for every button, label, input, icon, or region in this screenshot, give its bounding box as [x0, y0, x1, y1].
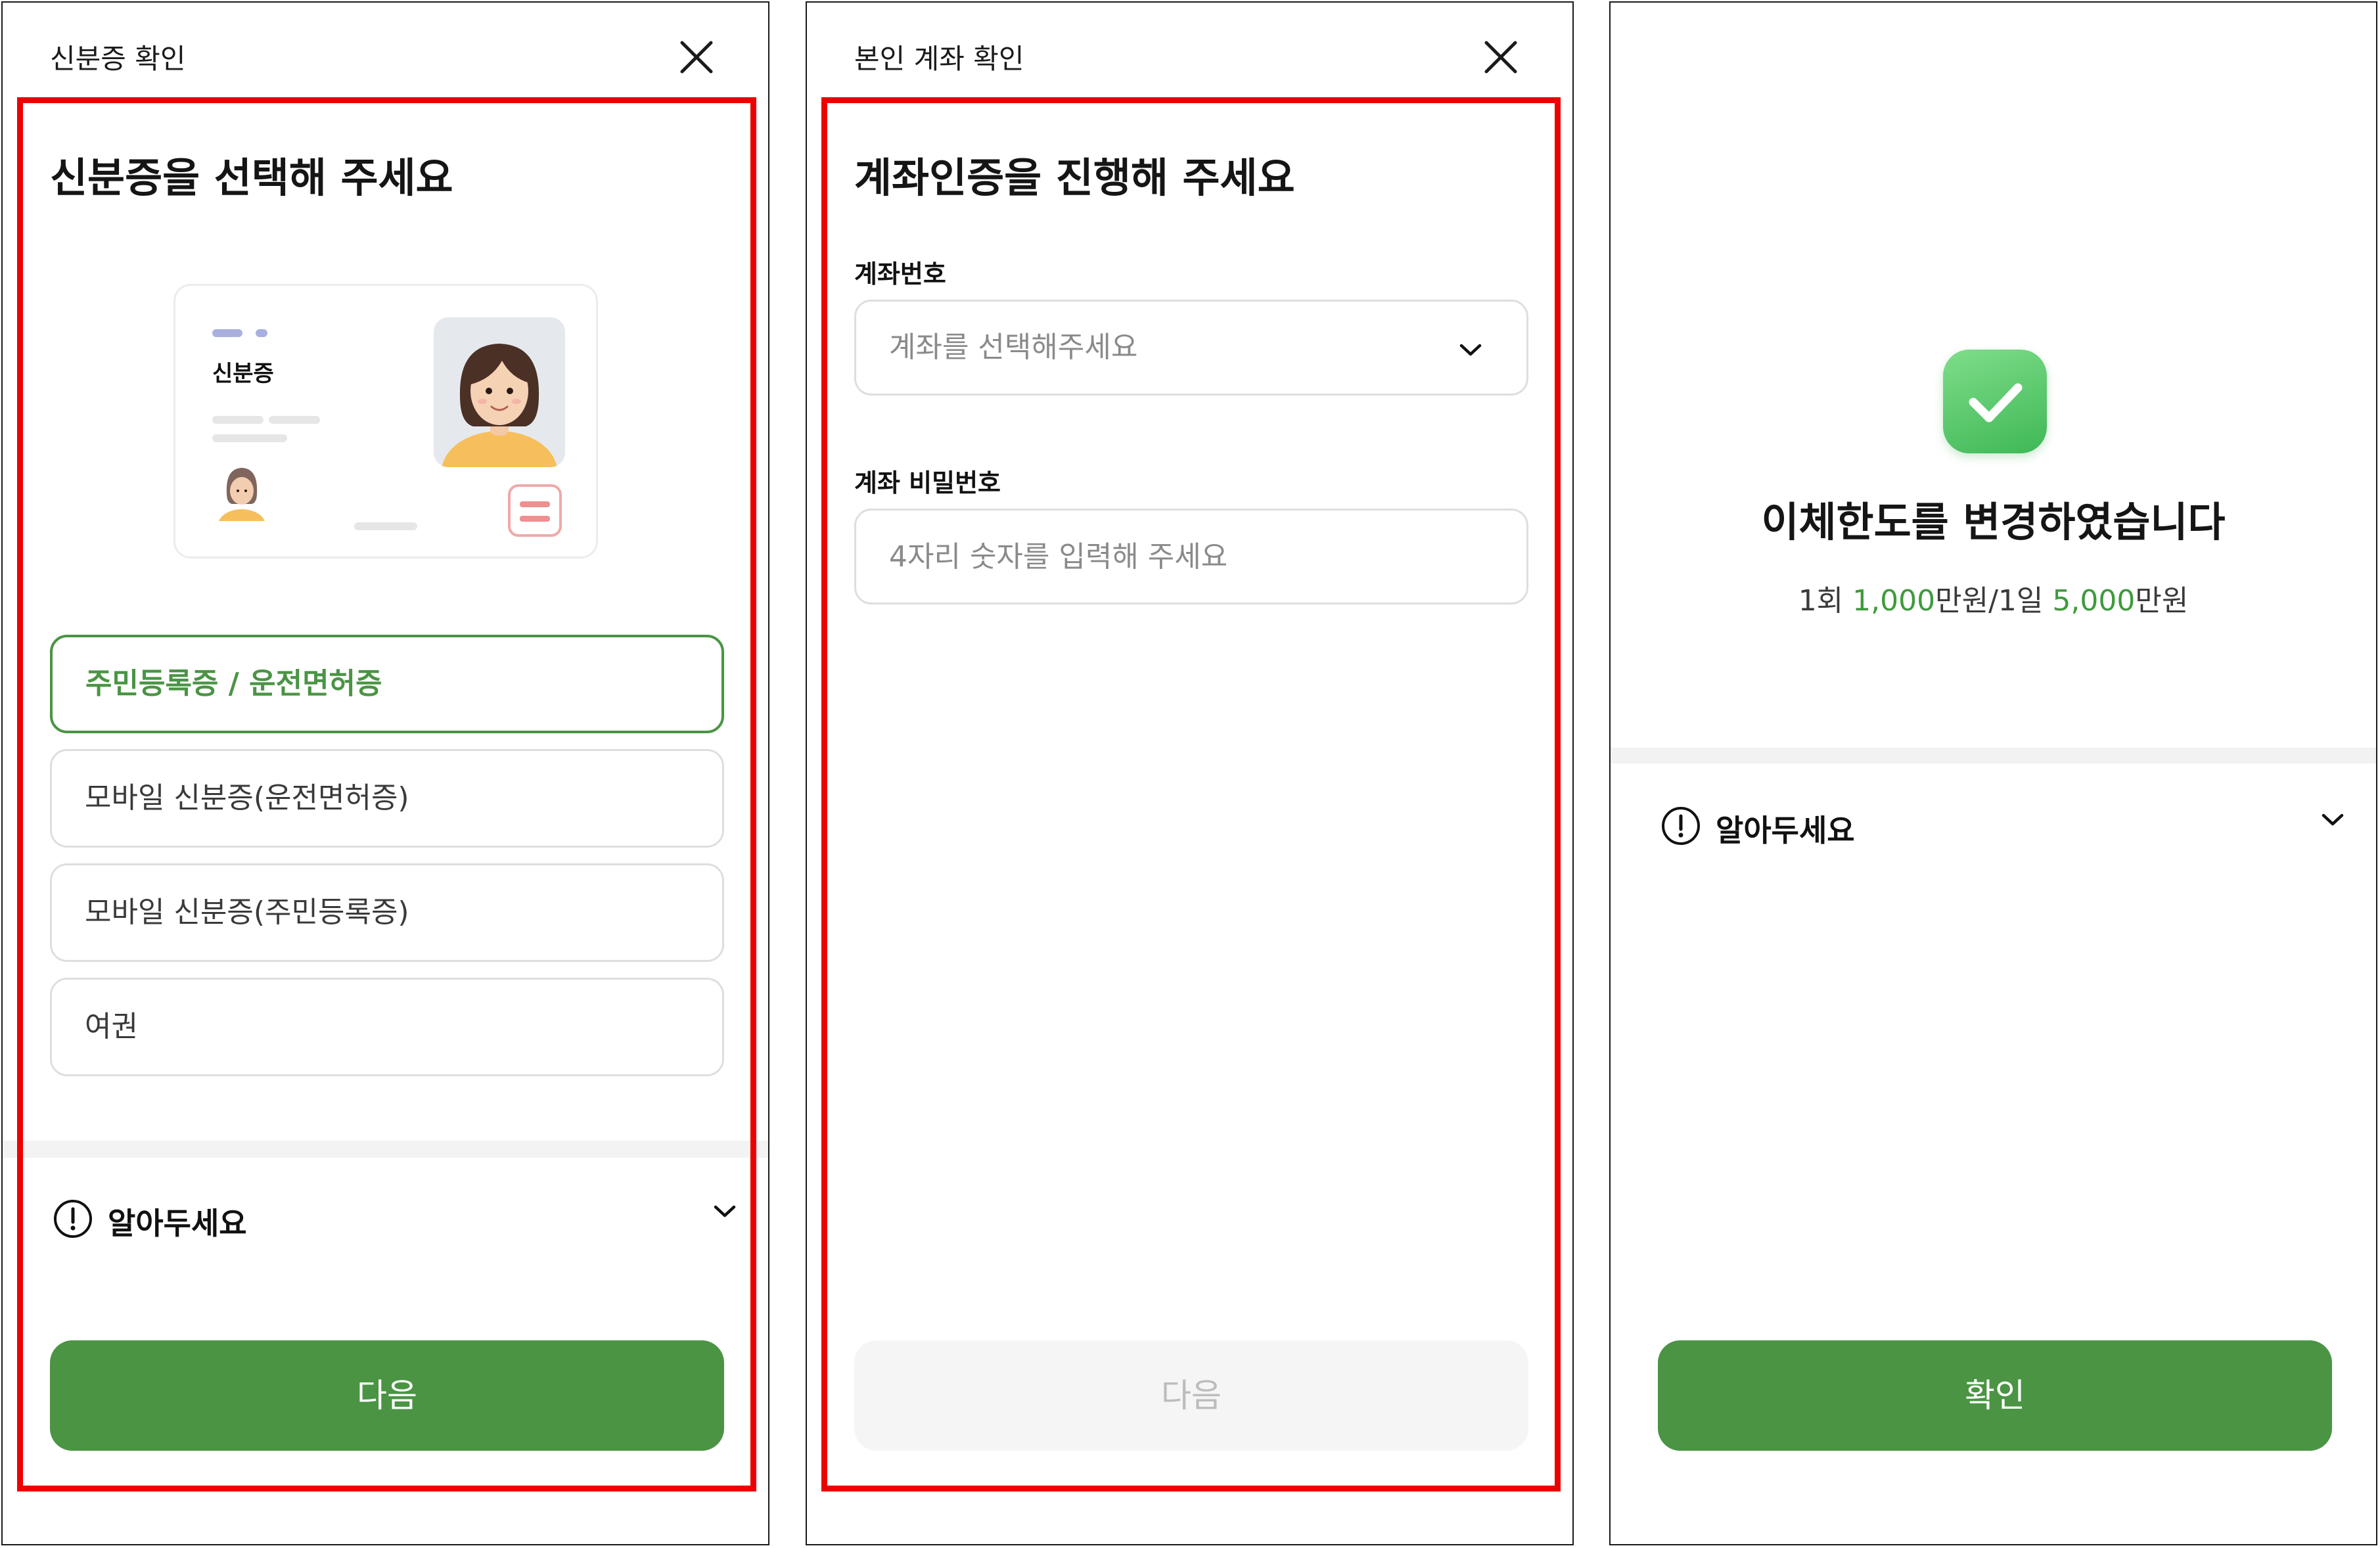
limit-once-unit: 만원/1일	[1935, 584, 2053, 618]
limit-once-prefix: 1회	[1798, 584, 1853, 618]
account-password-label: 계좌 비밀번호	[854, 468, 1001, 497]
close-icon[interactable]	[678, 39, 715, 76]
notice-toggle-label[interactable]: 알아두세요	[1716, 807, 1855, 850]
account-password-input[interactable]	[856, 511, 1526, 603]
limit-summary: 1회 1,000만원/1일 5,000만원	[1611, 577, 2376, 619]
section-divider	[1611, 748, 2376, 763]
account-password-field[interactable]	[854, 509, 1528, 604]
completion-screen: 이체한도를 변경하였습니다 1회 1,000만원/1일 5,000만원 알아두세…	[1609, 1, 2377, 1545]
chevron-down-icon[interactable]	[2320, 812, 2345, 828]
page-heading: 신분증을 선택해 주세요	[50, 154, 453, 202]
check-icon	[1943, 350, 2047, 453]
chevron-down-icon	[1459, 344, 1482, 356]
card-line	[269, 416, 320, 424]
screen-title: 본인 계좌 확인	[854, 43, 1024, 75]
exclamation-circle-icon	[54, 1200, 92, 1238]
limit-daily-unit: 만원	[2135, 584, 2189, 618]
limit-once-amount: 1,000	[1852, 584, 1936, 618]
card-menu-icon	[508, 484, 562, 537]
card-small-photo-icon	[219, 468, 265, 521]
account-select-dropdown[interactable]: 계좌를 선택해주세요	[854, 300, 1528, 396]
id-option-mobile-resident[interactable]: 모바일 신분증(주민등록증)	[50, 863, 724, 962]
section-divider	[3, 1141, 768, 1158]
confirm-button[interactable]: 확인	[1658, 1340, 2332, 1451]
id-card-illustration: 신분증	[173, 284, 598, 558]
next-button[interactable]: 다음	[50, 1340, 724, 1451]
card-label: 신분증	[212, 361, 274, 387]
account-verification-screen: 본인 계좌 확인 계좌인증을 진행해 주세요 계좌번호 계좌를 선택해주세요 계…	[806, 1, 1574, 1545]
close-icon[interactable]	[1482, 39, 1519, 76]
id-option-resident-driver[interactable]: 주민등록증 / 운전면허증	[50, 635, 724, 733]
card-line	[212, 416, 263, 424]
next-button[interactable]: 다음	[854, 1340, 1528, 1451]
id-verification-screen: 신분증 확인 신분증을 선택해 주세요 신분증 주민등록증 / 운전면허증 모바…	[1, 1, 769, 1545]
notice-toggle-label[interactable]: 알아두세요	[108, 1200, 247, 1243]
account-number-label: 계좌번호	[854, 260, 946, 288]
account-select-placeholder: 계좌를 선택해주세요	[889, 330, 1138, 364]
screen-title: 신분증 확인	[50, 43, 186, 75]
page-heading: 계좌인증을 진행해 주세요	[854, 154, 1295, 202]
card-dash	[212, 329, 242, 337]
limit-daily-amount: 5,000	[2052, 584, 2136, 618]
chevron-down-icon[interactable]	[712, 1204, 737, 1219]
card-photo-person-icon	[434, 317, 565, 467]
card-line	[212, 434, 287, 442]
exclamation-circle-icon	[1662, 807, 1700, 845]
id-option-mobile-driver[interactable]: 모바일 신분증(운전면허증)	[50, 749, 724, 848]
card-line	[354, 522, 417, 530]
id-option-passport[interactable]: 여권	[50, 978, 724, 1076]
card-dash	[256, 329, 267, 337]
completion-title: 이체한도를 변경하였습니다	[1761, 498, 2226, 546]
